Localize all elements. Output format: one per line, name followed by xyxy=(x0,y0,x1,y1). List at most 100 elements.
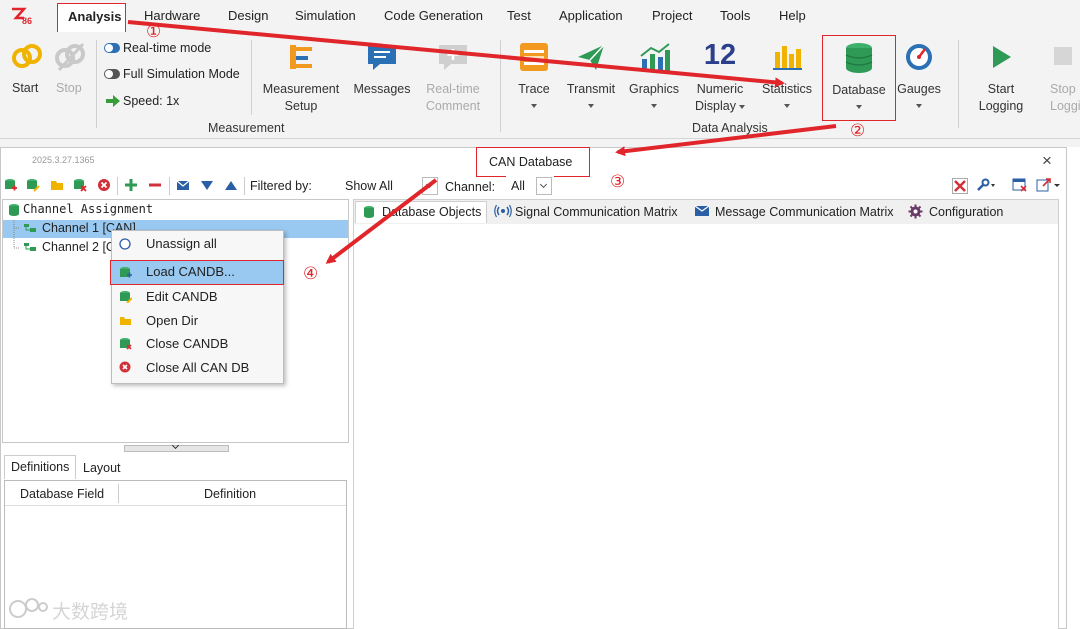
mail-icon[interactable] xyxy=(176,178,190,192)
chevron-down-icon xyxy=(531,104,537,108)
menu-item-label: Open Dir xyxy=(146,313,199,328)
stop-logging-label-1: Stop xyxy=(1050,82,1076,96)
gauges-button[interactable]: Gauges xyxy=(896,40,942,120)
realtime-comment-label-1: Real-time xyxy=(426,82,480,96)
menu-item-edit-candb[interactable]: Edit CANDB xyxy=(112,286,283,309)
realtime-comment-button[interactable]: Real-time Comment xyxy=(420,40,486,118)
channel-select[interactable]: All xyxy=(506,176,554,196)
transmit-label: Transmit xyxy=(566,82,616,96)
menu-test[interactable]: Test xyxy=(507,8,531,23)
db-add-icon[interactable] xyxy=(4,178,18,192)
panel-close-icon[interactable]: × xyxy=(1042,151,1052,171)
tab-configuration[interactable]: Configuration xyxy=(903,201,1011,223)
menu-code-generation[interactable]: Code Generation xyxy=(384,8,483,23)
watermark-logo-icon xyxy=(9,598,48,618)
channel-label: Channel: xyxy=(445,180,496,194)
menu-design[interactable]: Design xyxy=(228,8,268,23)
column-header-database-field[interactable]: Database Field xyxy=(20,487,104,501)
menu-tools[interactable]: Tools xyxy=(720,8,750,23)
menu-simulation[interactable]: Simulation xyxy=(295,8,356,23)
triangle-down-icon[interactable] xyxy=(200,178,214,192)
full-simulation-toggle[interactable]: Full Simulation Mode xyxy=(104,67,249,83)
start-logging-button[interactable]: Start Logging xyxy=(970,40,1032,118)
measurement-setup-button[interactable]: Measurement Setup xyxy=(258,40,344,118)
tab-layout-label: Layout xyxy=(83,461,121,475)
speed-label: Speed: 1x xyxy=(123,94,180,108)
play-icon xyxy=(993,46,1011,68)
start-label: Start xyxy=(12,81,39,95)
statistics-label: Statistics xyxy=(761,82,812,96)
panel-title-tab[interactable]: CAN Database xyxy=(476,147,590,177)
splitter-handle[interactable] xyxy=(124,441,229,452)
tab-label: Database Objects xyxy=(382,205,482,219)
stop-button[interactable]: Stop xyxy=(50,40,90,100)
menu-item-open-dir[interactable]: Open Dir xyxy=(112,310,283,333)
chevron-down-icon xyxy=(916,104,922,108)
ribbon-bottom-strip xyxy=(0,139,1080,147)
numeric-label-2-text: Display xyxy=(695,99,736,113)
db-edit-icon[interactable] xyxy=(26,178,40,192)
plus-icon[interactable] xyxy=(124,178,138,192)
gauge-icon xyxy=(906,44,932,70)
measurement-setup-label-2: Setup xyxy=(284,99,318,113)
window-close-icon[interactable] xyxy=(1012,178,1028,192)
ribbon: Start Stop Real-time mode Full Simulatio… xyxy=(0,32,1080,139)
menu-analysis-label: Analysis xyxy=(68,9,122,24)
menu-item-label: Load CANDB... xyxy=(146,264,235,279)
tab-message-communication-matrix[interactable]: Message Communication Matrix xyxy=(689,201,901,223)
statistics-button[interactable]: Statistics xyxy=(758,40,816,120)
stop-label: Stop xyxy=(56,81,82,95)
start-logging-label-2: Logging xyxy=(978,99,1024,113)
filter-select[interactable]: Show All xyxy=(336,176,439,196)
db-close-icon[interactable] xyxy=(73,178,87,192)
database-button[interactable]: Database xyxy=(822,35,896,121)
gear-icon xyxy=(908,204,923,219)
tab-database-objects[interactable]: Database Objects xyxy=(355,201,487,223)
triangle-up-icon[interactable] xyxy=(224,178,238,192)
column-header-definition[interactable]: Definition xyxy=(204,487,256,501)
start-button[interactable]: Start xyxy=(6,40,46,100)
tab-signal-communication-matrix[interactable]: Signal Communication Matrix xyxy=(489,201,687,223)
speed-control[interactable]: Speed: 1x xyxy=(104,94,194,110)
menu-item-unassign-all[interactable]: Unassign all xyxy=(112,233,283,256)
numeric-display-button[interactable]: 12 Numeric Display xyxy=(690,39,750,120)
chevron-down-icon xyxy=(536,177,552,195)
trace-button[interactable]: Trace xyxy=(510,40,558,120)
realtime-mode-toggle[interactable]: Real-time mode xyxy=(104,41,244,57)
menu-analysis[interactable]: Analysis xyxy=(57,3,126,33)
divider xyxy=(500,40,501,132)
stop-logging-button[interactable]: Stop Loggin xyxy=(1042,40,1080,118)
graphics-button[interactable]: Graphics xyxy=(626,40,682,120)
tab-definitions[interactable]: Definitions xyxy=(4,455,76,479)
transmit-button[interactable]: Transmit xyxy=(564,40,618,120)
chevron-down-icon xyxy=(588,104,594,108)
menu-item-close-all-can-db[interactable]: Close All CAN DB xyxy=(112,357,283,380)
menu-item-close-candb[interactable]: Close CANDB xyxy=(112,333,283,356)
annotation-3: ③ xyxy=(610,172,626,191)
messages-button[interactable]: Messages xyxy=(352,40,412,100)
folder-icon[interactable] xyxy=(50,178,64,192)
wrench-icon[interactable] xyxy=(976,178,996,192)
panel-title: CAN Database xyxy=(489,155,573,169)
annotation-1: ① xyxy=(146,22,162,41)
menu-help[interactable]: Help xyxy=(779,8,806,23)
menu-project[interactable]: Project xyxy=(652,8,692,23)
tab-label: Message Communication Matrix xyxy=(715,205,894,219)
menu-item-load-candb[interactable]: Load CANDB... xyxy=(110,260,284,285)
minus-icon[interactable] xyxy=(148,178,162,192)
menu-item-label: Unassign all xyxy=(146,236,217,251)
folder-icon xyxy=(120,317,131,325)
graphics-label: Graphics xyxy=(628,82,680,96)
channel-2-label[interactable]: Channel 2 [C xyxy=(42,240,115,254)
numeric-label-1: Numeric xyxy=(696,82,744,96)
numeric-12-icon: 12 xyxy=(703,39,737,71)
clear-filter-icon[interactable] xyxy=(952,178,968,194)
database-icon xyxy=(9,204,19,216)
measurement-setup-label-1: Measurement xyxy=(262,82,340,96)
menu-application[interactable]: Application xyxy=(559,8,623,23)
export-icon[interactable] xyxy=(1036,178,1062,192)
tab-layout[interactable]: Layout xyxy=(78,457,126,479)
menu-hardware[interactable]: Hardware xyxy=(144,8,200,23)
close-circle-icon[interactable] xyxy=(97,178,111,192)
numeric-label-2: Display xyxy=(690,98,750,115)
